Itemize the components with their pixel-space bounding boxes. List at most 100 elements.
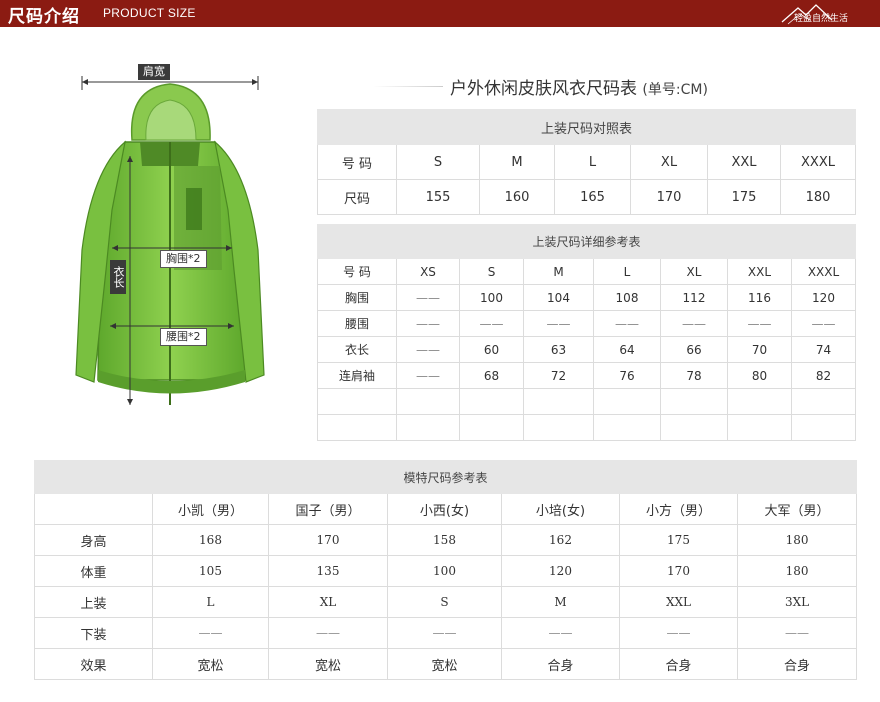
table-cell: S [396,144,480,180]
table-cell: 合身 [736,648,858,680]
table-cell: XL [630,144,708,180]
table-cell: 68 [459,362,524,389]
table-cell: 尺码 [317,179,397,215]
table-cell: 64 [593,336,661,363]
model-size-table: 模特尺码参考表 小凯（男） 国子（男） 小西(女) 小培(女) 小方（男） 大军… [33,460,858,680]
table3-caption: 模特尺码参考表 [33,460,858,494]
table-row: 号 码 XS S M L XL XXL XXXL [317,258,857,285]
table-cell: 63 [523,336,594,363]
table-row: 体重 105 135 100 120 170 180 [34,555,858,587]
table-cell: 82 [790,362,857,389]
table-cell: 衣长 [317,336,397,363]
table-cell: 72 [523,362,594,389]
column-header: 小培(女) [501,493,620,525]
measure-lines [81,76,259,405]
table-cell: 104 [523,284,594,311]
table-cell: L [152,586,269,618]
table-cell: 180 [736,524,858,556]
page-title: 户外休闲皮肤风衣尺码表 (单号:CM) [450,74,708,99]
table-cell: 合身 [501,648,620,680]
table-cell: —— [727,310,792,337]
table-cell: 180 [736,555,858,587]
table-cell: —— [396,310,460,337]
table-cell: 170 [268,524,388,556]
table-cell: 120 [501,555,620,587]
table-cell: M [523,258,594,285]
page-title-main: 户外休闲皮肤风衣尺码表 [450,79,637,99]
table-cell: 号 码 [317,258,397,285]
table-row: 衣长 —— 60 63 64 66 70 74 [317,336,857,363]
column-header: 国子（男） [268,493,388,525]
shoulder-label: 肩宽 [138,64,170,80]
table-cell: 号 码 [317,144,397,180]
table-cell: —— [501,617,620,649]
table-cell: 胸围 [317,284,397,311]
table-row: 号 码 S M L XL XXL XXXL [317,144,857,180]
table-cell: 76 [593,362,661,389]
table-cell: 74 [790,336,857,363]
table-cell: 108 [593,284,661,311]
table-cell: 60 [459,336,524,363]
row-label: 身高 [34,524,153,556]
table-cell: 腰围 [317,310,397,337]
column-header: 大军（男） [736,493,858,525]
table-cell: 宽松 [387,648,502,680]
table-cell: 155 [396,179,480,215]
header-title-cn: 尺码介绍 [8,7,80,27]
table-row: 尺码 155 160 165 170 175 180 [317,179,857,215]
table-cell: XXL [619,586,738,618]
table-cell [396,414,460,441]
table-cell: 宽松 [268,648,388,680]
table-cell [459,414,524,441]
brand-logo: 轻盈自然生活 [780,2,870,26]
table-cell: 合身 [619,648,738,680]
table-row: 下装 —— —— —— —— —— —— [34,617,858,649]
table-cell: 165 [554,179,631,215]
table-cell: XL [660,258,728,285]
table-cell: —— [736,617,858,649]
table-cell: 162 [501,524,620,556]
table-cell: 100 [459,284,524,311]
table-cell [459,388,524,415]
table-row: 连肩袖 —— 68 72 76 78 80 82 [317,362,857,389]
table-row: 上装 L XL S M XXL 3XL [34,586,858,618]
table-cell: 175 [619,524,738,556]
row-label: 效果 [34,648,153,680]
table-cell: 105 [152,555,269,587]
header-bar: 尺码介绍 PRODUCT SIZE 轻盈自然生活 [0,0,880,27]
row-label: 体重 [34,555,153,587]
table-cell: —— [523,310,594,337]
table-cell: 168 [152,524,269,556]
table-cell [317,388,397,415]
table-cell: XXL [707,144,781,180]
table-cell: —— [396,284,460,311]
table-cell: —— [268,617,388,649]
title-decoration [373,86,443,87]
table-row: 身高 168 170 158 162 175 180 [34,524,858,556]
chest-label: 胸围*2 [160,250,207,268]
jacket-illustration: 肩宽 胸围*2 衣长 腰围*2 [70,64,270,415]
waist-label: 腰围*2 [160,328,207,346]
table-cell: 78 [660,362,728,389]
table-cell: 135 [268,555,388,587]
table-cell: —— [459,310,524,337]
row-label: 上装 [34,586,153,618]
table-row: 胸围 —— 100 104 108 112 116 120 [317,284,857,311]
table-cell [790,388,857,415]
column-header: 小西(女) [387,493,502,525]
table-cell: 100 [387,555,502,587]
table-cell: 66 [660,336,728,363]
table-cell [593,388,661,415]
table-cell: 116 [727,284,792,311]
table-cell: 3XL [736,586,858,618]
table-cell: XXL [727,258,792,285]
table-cell: M [479,144,555,180]
table-cell: M [501,586,620,618]
table-cell [523,414,594,441]
table-cell: —— [387,617,502,649]
table-cell [660,388,728,415]
table-cell: XL [268,586,388,618]
table-cell: —— [396,336,460,363]
table-cell: —— [593,310,661,337]
table-cell: —— [619,617,738,649]
